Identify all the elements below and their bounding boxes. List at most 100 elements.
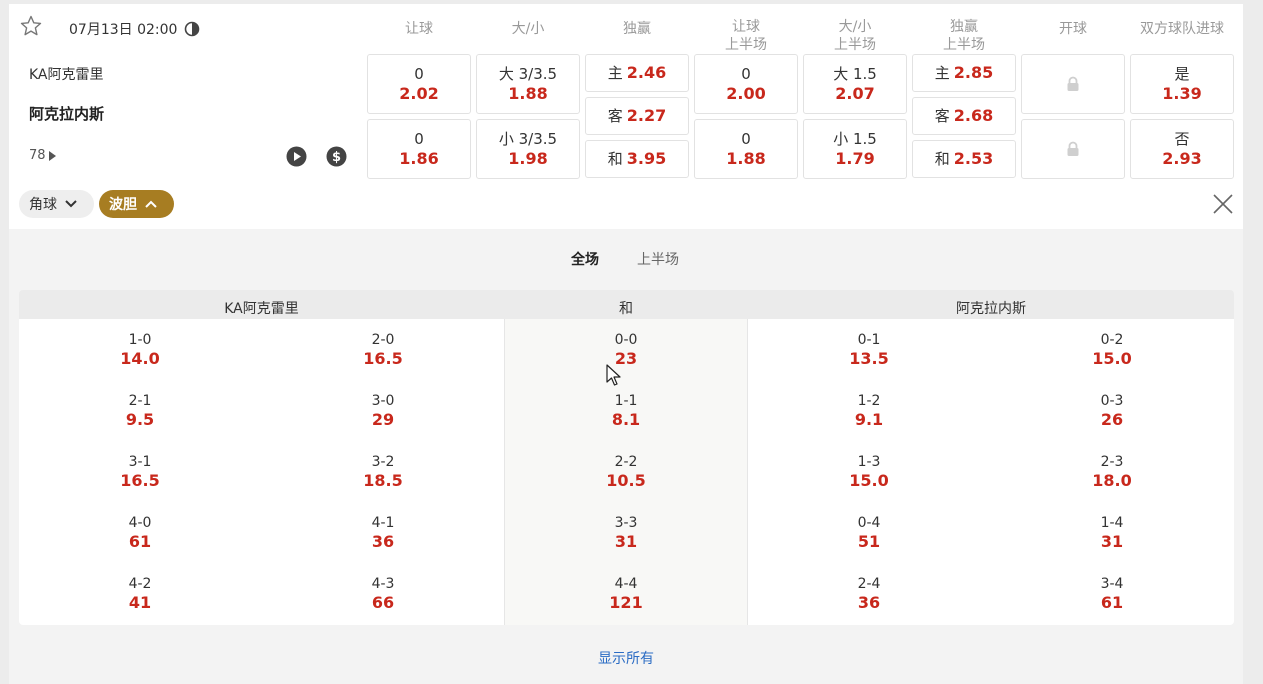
scrollbar-track[interactable] <box>1243 0 1263 684</box>
lock-icon <box>1067 76 1079 91</box>
score-label: 2-2 <box>614 454 638 470</box>
score-odds-cell[interactable]: 3-3 31 <box>566 514 686 552</box>
tab-first-half[interactable]: 上半场 <box>637 249 679 269</box>
score-odds-cell[interactable]: 2-4 36 <box>809 575 929 613</box>
score-odds-cell[interactable]: 4-1 36 <box>323 514 443 552</box>
odds-button-away-win[interactable]: 客 2.27 <box>585 97 689 135</box>
score-odd-value: 36 <box>371 532 395 551</box>
score-label: 1-0 <box>128 332 152 348</box>
column-header-match-winner: 独赢 <box>623 21 651 37</box>
close-icon[interactable] <box>1212 193 1234 215</box>
score-odds-cell[interactable]: 0-4 51 <box>809 514 929 552</box>
score-odd-value: 16.5 <box>120 471 160 490</box>
lock-icon <box>1067 141 1079 156</box>
odds-button-away-win-1h[interactable]: 客 2.68 <box>912 97 1016 135</box>
score-label: 3-3 <box>614 515 638 531</box>
score-odd-value: 41 <box>128 593 152 612</box>
score-label: 1-3 <box>857 454 881 470</box>
correct-score-filter-label: 波胆 <box>109 197 137 213</box>
odds-button-handicap-home[interactable]: 0 2.02 <box>367 54 471 114</box>
score-label: 1-2 <box>857 393 881 409</box>
score-grid-header-home: KA阿克雷里 <box>224 301 299 317</box>
score-odds-cell[interactable]: 0-0 23 <box>566 331 686 369</box>
score-odd-value: 10.5 <box>606 471 646 490</box>
odds-button-under-1h[interactable]: 小 1.5 1.79 <box>803 119 907 179</box>
score-odds-cell[interactable]: 2-1 9.5 <box>80 392 200 430</box>
odds-button-home-win-1h[interactable]: 主 2.85 <box>912 54 1016 92</box>
score-label: 4-0 <box>128 515 152 531</box>
score-odd-value: 26 <box>1100 410 1124 429</box>
score-grid-header-away: 阿克拉内斯 <box>956 301 1026 317</box>
favorite-star-icon[interactable] <box>19 14 43 38</box>
live-stream-play-icon[interactable] <box>286 146 307 167</box>
column-header-btts: 双方球队进球 <box>1140 21 1224 37</box>
score-odd-value: 8.1 <box>611 410 641 429</box>
odds-button-btts-no[interactable]: 否 2.93 <box>1130 119 1234 179</box>
score-odds-cell[interactable]: 4-2 41 <box>80 575 200 613</box>
odds-button-under[interactable]: 小 3/3.5 1.98 <box>476 119 580 179</box>
score-odd-value: 61 <box>1100 593 1124 612</box>
odds-button-over-1h[interactable]: 大 1.5 2.07 <box>803 54 907 114</box>
score-odds-cell[interactable]: 0-3 26 <box>1052 392 1172 430</box>
home-team-name: KA阿克雷里 <box>29 67 104 83</box>
score-odd-value: 36 <box>857 593 881 612</box>
odds-button-handicap-away[interactable]: 0 1.86 <box>367 119 471 179</box>
away-team-name: 阿克拉内斯 <box>29 105 105 123</box>
score-label: 3-2 <box>371 454 395 470</box>
column-header-kickoff: 开球 <box>1059 21 1087 37</box>
score-odds-cell[interactable]: 3-1 16.5 <box>80 453 200 491</box>
score-odds-cell[interactable]: 2-2 10.5 <box>566 453 686 491</box>
score-odds-cell[interactable]: 1-0 14.0 <box>80 331 200 369</box>
chevron-down-icon <box>65 200 77 208</box>
score-odd-value: 14.0 <box>120 349 160 368</box>
score-grid-header-draw: 和 <box>619 301 633 317</box>
more-markets-link[interactable]: 78 <box>29 148 56 163</box>
odds-button-handicap-1h-away[interactable]: 0 1.88 <box>694 119 798 179</box>
score-odd-value: 9.1 <box>854 410 884 429</box>
score-odds-cell[interactable]: 4-0 61 <box>80 514 200 552</box>
score-odds-cell[interactable]: 1-1 8.1 <box>566 392 686 430</box>
score-odd-value: 121 <box>609 593 643 612</box>
score-odds-cell[interactable]: 1-2 9.1 <box>809 392 929 430</box>
odds-button-handicap-1h-home[interactable]: 0 2.00 <box>694 54 798 114</box>
score-odds-cell[interactable]: 2-0 16.5 <box>323 331 443 369</box>
score-odd-value: 31 <box>1100 532 1124 551</box>
score-odds-cell[interactable]: 3-0 29 <box>323 392 443 430</box>
odds-button-btts-yes[interactable]: 是 1.39 <box>1130 54 1234 114</box>
score-odd-value: 66 <box>371 593 395 612</box>
odds-button-draw-1h[interactable]: 和 2.53 <box>912 140 1016 178</box>
correct-score-filter-dropdown[interactable]: 波胆 <box>99 190 174 218</box>
cash-out-dollar-icon[interactable]: $ <box>326 146 347 167</box>
score-odds-cell[interactable]: 2-3 18.0 <box>1052 453 1172 491</box>
score-label: 3-0 <box>371 393 395 409</box>
tab-full-time[interactable]: 全场 <box>571 249 599 269</box>
score-odds-cell[interactable]: 4-3 66 <box>323 575 443 613</box>
corner-filter-dropdown[interactable]: 角球 <box>19 190 94 218</box>
odds-button-draw[interactable]: 和 3.95 <box>585 140 689 178</box>
score-grid-header: KA阿克雷里 和 阿克拉内斯 <box>19 290 1234 320</box>
score-odd-value: 61 <box>128 532 152 551</box>
half-time-clock-icon <box>184 21 200 37</box>
column-header-over-under-1h: 大/小 上半场 <box>834 19 876 53</box>
score-label: 0-4 <box>857 515 881 531</box>
score-odds-cell[interactable]: 4-4 121 <box>566 575 686 613</box>
score-odds-cell[interactable]: 1-3 15.0 <box>809 453 929 491</box>
score-odds-cell[interactable]: 0-1 13.5 <box>809 331 929 369</box>
show-all-link[interactable]: 显示所有 <box>0 648 1252 668</box>
corner-filter-label: 角球 <box>29 197 57 213</box>
score-label: 4-3 <box>371 576 395 592</box>
score-label: 0-3 <box>1100 393 1124 409</box>
score-grid: 1-0 14.0 2-1 9.5 3-1 16.5 4-0 61 4-2 41 2-0 16.5 3-0… <box>19 319 1234 625</box>
score-odd-value: 18.5 <box>363 471 403 490</box>
score-odds-cell[interactable]: 1-4 31 <box>1052 514 1172 552</box>
column-header-over-under: 大/小 <box>511 21 545 37</box>
odds-button-home-win[interactable]: 主 2.46 <box>585 54 689 92</box>
odds-button-kickoff-home-locked <box>1021 54 1125 114</box>
score-odd-value: 9.5 <box>125 410 155 429</box>
score-label: 0-1 <box>857 332 881 348</box>
score-odds-cell[interactable]: 3-4 61 <box>1052 575 1172 613</box>
odds-button-over[interactable]: 大 3/3.5 1.88 <box>476 54 580 114</box>
score-label: 2-3 <box>1100 454 1124 470</box>
score-odds-cell[interactable]: 3-2 18.5 <box>323 453 443 491</box>
score-odds-cell[interactable]: 0-2 15.0 <box>1052 331 1172 369</box>
